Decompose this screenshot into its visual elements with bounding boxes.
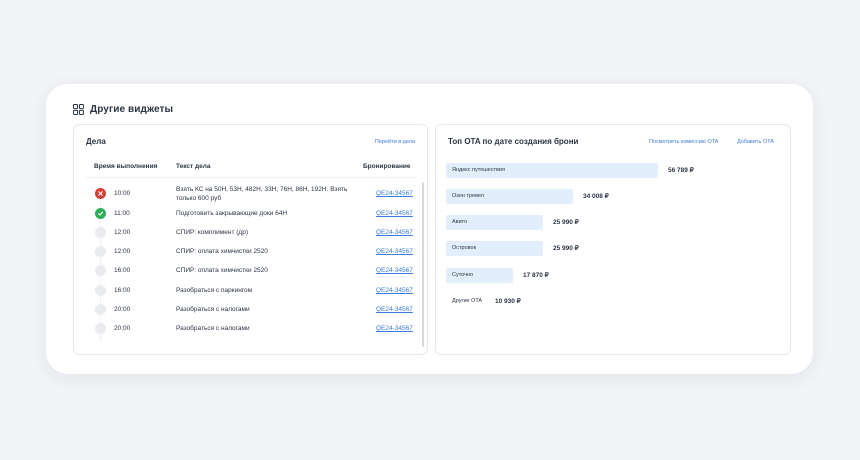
task-time: 16:00 bbox=[114, 267, 131, 274]
task-text: Взять КС на 50Н, 53Н, 482Н, 33Н, 76Н, 86… bbox=[176, 186, 348, 202]
tasks-title: Дела bbox=[86, 137, 106, 146]
ota-value: 56 789 ₽ bbox=[668, 167, 694, 174]
ota-name: Островок bbox=[452, 245, 476, 251]
task-time: 20:00 bbox=[114, 306, 131, 313]
ota-row: Другие OTA 10 930 ₽ bbox=[446, 294, 776, 309]
tasks-scrollbar[interactable] bbox=[422, 182, 424, 347]
grid-icon bbox=[73, 104, 84, 115]
task-time: 12:00 bbox=[114, 248, 131, 255]
booking-link[interactable]: QE24-34567 bbox=[376, 306, 413, 313]
pending-status-icon[interactable] bbox=[95, 304, 106, 315]
task-row: 10:00 Взять КС на 50Н, 53Н, 482Н, 33Н, 76… bbox=[74, 185, 427, 203]
ota-name: Другие OTA bbox=[452, 298, 483, 304]
task-row: 20:00 Разобраться с налогами QE24-34567 bbox=[74, 301, 427, 319]
failed-status-icon[interactable] bbox=[95, 188, 106, 199]
card-title: Другие виджеты bbox=[90, 104, 174, 115]
done-status-icon[interactable] bbox=[95, 208, 106, 219]
pending-status-icon[interactable] bbox=[95, 285, 106, 296]
card-header: Другие виджеты bbox=[73, 104, 173, 115]
view-ota-commission-link[interactable]: Посмотреть комиссию OTA bbox=[649, 139, 718, 145]
ota-value: 25 990 ₽ bbox=[553, 219, 579, 226]
header-divider bbox=[86, 177, 417, 178]
task-row: 11:00 Подготовить закрывающие доки 64Н QE2… bbox=[74, 205, 427, 223]
ota-row: Озон тревел 34 008 ₽ bbox=[446, 189, 776, 204]
task-row: 16:00 Разобраться с паркингом QE24-34567 bbox=[74, 282, 427, 300]
booking-link[interactable]: QE24-34567 bbox=[376, 210, 413, 217]
ota-value: 17 870 ₽ bbox=[523, 272, 549, 279]
task-text: Разобраться с паркингом bbox=[176, 287, 253, 294]
ota-name: Озон тревел bbox=[452, 193, 484, 199]
go-to-tasks-link[interactable]: Перейти в дела bbox=[375, 139, 415, 145]
ota-value: 34 008 ₽ bbox=[583, 193, 609, 200]
pending-status-icon[interactable] bbox=[95, 265, 106, 276]
pending-status-icon[interactable] bbox=[95, 227, 106, 238]
ota-name: Суточно bbox=[452, 272, 474, 278]
ota-row: Островок 25 990 ₽ bbox=[446, 241, 776, 256]
task-text: Разобраться с налогами bbox=[176, 325, 250, 332]
task-text: СПИР: комплимент (др) bbox=[176, 229, 248, 236]
booking-link[interactable]: QE24-34567 bbox=[376, 229, 413, 236]
ota-value: 10 930 ₽ bbox=[495, 298, 521, 305]
ota-row: Яндекс путешествия 56 789 ₽ bbox=[446, 163, 776, 178]
task-text: СПИР: оплата химчистки 2520 bbox=[176, 267, 268, 274]
task-row: 16:00 СПИР: оплата химчистки 2520 QE24-345… bbox=[74, 262, 427, 280]
task-time: 20:00 bbox=[114, 325, 131, 332]
pending-status-icon[interactable] bbox=[95, 246, 106, 257]
ota-row: Суточно 17 870 ₽ bbox=[446, 268, 776, 283]
ota-row: Авито 25 990 ₽ bbox=[446, 215, 776, 230]
ota-panel: Топ OTA по дате создания брони Посмотрет… bbox=[435, 124, 791, 355]
booking-link[interactable]: QE24-34567 bbox=[376, 287, 413, 294]
task-time: 16:00 bbox=[114, 287, 131, 294]
ota-value: 25 990 ₽ bbox=[553, 245, 579, 252]
column-header-time: Время выполнения bbox=[94, 163, 158, 170]
task-text: СПИР: оплата химчистки 2520 bbox=[176, 248, 268, 255]
ota-title: Топ OTA по дате создания брони bbox=[448, 137, 579, 146]
task-time: 11:00 bbox=[114, 210, 130, 217]
task-text: Разобраться с налогами bbox=[176, 306, 250, 313]
booking-link[interactable]: QE24-34567 bbox=[376, 248, 413, 255]
column-header-text: Текст дела bbox=[176, 163, 211, 170]
task-time: 12:00 bbox=[114, 229, 131, 236]
ota-name: Авито bbox=[452, 219, 468, 225]
other-widgets-card: Другие виджеты Дела Перейти в дела Время… bbox=[46, 84, 813, 374]
booking-link[interactable]: QE24-34567 bbox=[376, 325, 413, 332]
task-row: 12:00 СПИР: комплимент (др) QE24-34567 bbox=[74, 224, 427, 242]
booking-link[interactable]: QE24-34567 bbox=[376, 267, 413, 274]
task-row: 12:00 СПИР: оплата химчистки 2520 QE24-345… bbox=[74, 243, 427, 261]
column-header-booking: Бронирование bbox=[363, 163, 411, 170]
add-ota-link[interactable]: Добавить OTA bbox=[737, 139, 774, 145]
task-time: 10:00 bbox=[114, 190, 131, 197]
booking-link[interactable]: QE24-34567 bbox=[376, 190, 413, 197]
pending-status-icon[interactable] bbox=[95, 323, 106, 334]
ota-name: Яндекс путешествия bbox=[452, 167, 505, 173]
task-row: 20:00 Разобраться с налогами QE24-34567 bbox=[74, 320, 427, 338]
tasks-panel: Дела Перейти в дела Время выполнения Тек… bbox=[73, 124, 428, 355]
task-text: Подготовить закрывающие доки 64Н bbox=[176, 210, 288, 217]
